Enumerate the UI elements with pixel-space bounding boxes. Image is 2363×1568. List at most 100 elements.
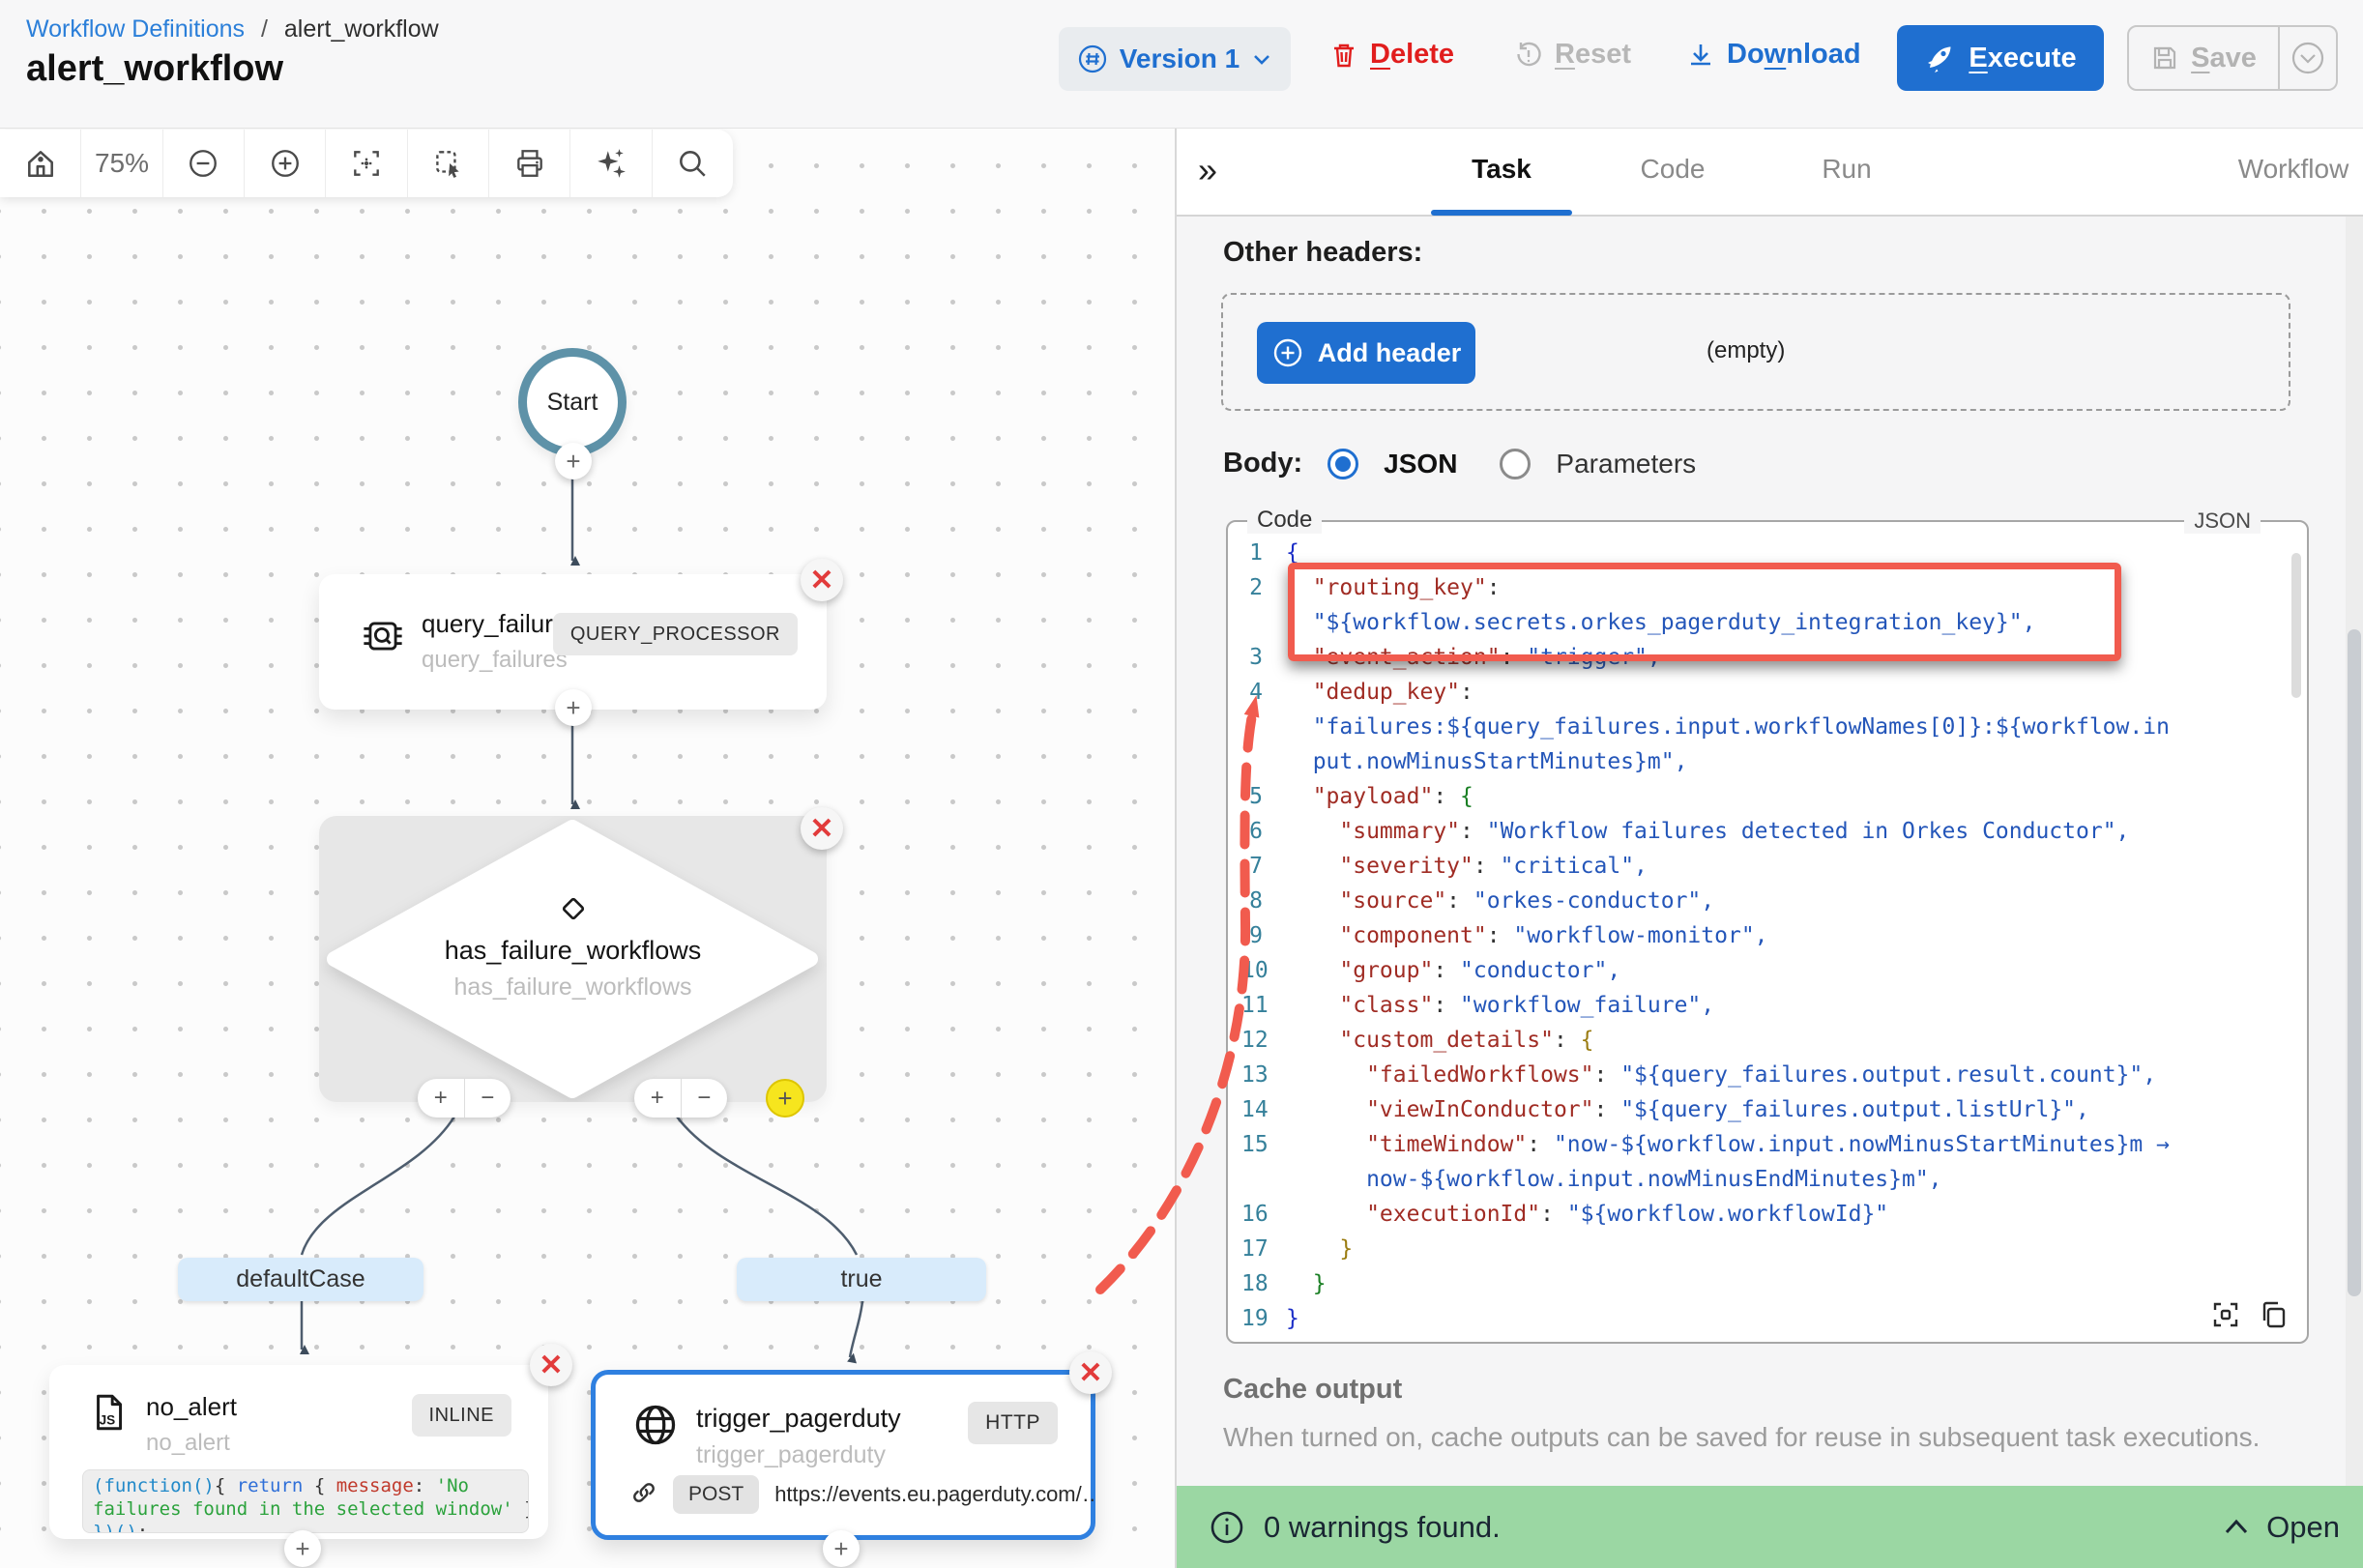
download-icon [1686,41,1715,70]
chevron-down-circle-icon [2289,39,2327,77]
branch-plus-button[interactable]: + [418,1079,465,1118]
switch-icon [558,893,589,929]
search-button[interactable] [653,130,733,197]
add-header-button[interactable]: Add header [1257,322,1475,384]
select-mode-button[interactable] [408,130,489,197]
zoom-in-button[interactable] [245,130,326,197]
reset-icon [1514,41,1543,70]
add-task-button[interactable]: + [555,689,592,726]
active-tab-underline [1431,210,1572,216]
task-config-panel: » Workflow Task Code Run Other headers: … [1175,129,2363,1568]
breadcrumb: Workflow Definitions / alert_workflow [26,15,439,44]
add-task-button[interactable]: + [284,1530,321,1567]
branch-plus-button[interactable]: + [634,1079,682,1118]
branch-add-remove-left: + − [418,1079,511,1118]
breadcrumb-parent-link[interactable]: Workflow Definitions [26,15,245,43]
radio-json[interactable] [1327,449,1358,479]
radio-parameters-label[interactable]: Parameters [1556,449,1696,479]
tab-workflow[interactable]: Workflow [2216,154,2363,185]
add-task-button[interactable]: + [823,1530,860,1567]
link-icon [630,1479,657,1511]
remove-task-button[interactable]: ✕ [801,559,843,601]
json-body-editor[interactable]: Code JSON 1{2 "routing_key": "${workflow… [1226,520,2309,1344]
page-title: alert_workflow [26,48,283,90]
warnings-message: 0 warnings found. [1264,1510,1501,1545]
headers-empty-area: Add header (empty) [1221,293,2290,411]
editor-scrollbar-thumb[interactable] [2291,553,2301,698]
chevron-down-icon [1251,48,1272,70]
tab-run[interactable]: Run [1774,154,1919,185]
tab-task[interactable]: Task [1431,154,1572,185]
info-icon [1208,1508,1246,1547]
save-icon [2150,44,2179,73]
panel-scrollbar-track[interactable] [2346,217,2363,1486]
version-hash-icon [1077,44,1108,74]
collapse-panel-icon[interactable]: » [1198,150,1217,190]
branch-minus-button[interactable]: − [465,1079,511,1118]
fit-view-button[interactable] [326,130,407,197]
node-subtitle: has_failure_workflows [319,973,827,1002]
ai-assist-button[interactable] [570,130,652,197]
zoom-out-button[interactable] [163,130,245,197]
trash-icon [1329,41,1358,70]
zoom-level-indicator[interactable]: 75% [81,130,162,197]
home-icon [24,147,57,180]
fullscreen-icon[interactable] [2210,1299,2241,1330]
reset-button[interactable]: Reset [1514,39,1631,71]
open-warnings-button[interactable]: Open [2222,1510,2340,1545]
panel-tabs: » Workflow Task Code Run [1177,129,2363,217]
add-case-button[interactable]: + [766,1079,804,1118]
code-rows[interactable]: 1{2 "routing_key": "${workflow.secrets.o… [1241,536,2284,1332]
cache-output-title: Cache output [1223,1374,1402,1406]
breadcrumb-current: alert_workflow [284,15,439,43]
delete-button[interactable]: Delete [1329,39,1454,71]
code-editor-legend: Code [1247,507,1322,534]
javascript-file-icon: JS [86,1390,131,1439]
add-task-button[interactable]: + [555,443,592,479]
edge-label-true: true [737,1258,986,1301]
download-button[interactable]: Download [1686,39,1861,71]
node-trigger-pagerduty[interactable]: trigger_pagerduty trigger_pagerduty HTTP… [591,1370,1095,1540]
version-label: Version 1 [1120,44,1240,74]
version-selector[interactable]: Version 1 [1059,27,1291,91]
headers-empty-label: (empty) [1707,337,1785,364]
other-headers-label: Other headers: [1223,237,1422,269]
save-options-button[interactable] [2280,39,2336,77]
save-split-button: Save [2127,25,2338,91]
app-header: Workflow Definitions / alert_workflow al… [0,0,2363,129]
query-processor-icon [360,613,406,664]
home-view-button[interactable] [0,130,81,197]
sparkles-icon [595,147,627,180]
fit-view-icon [350,147,383,180]
start-label: Start [547,389,598,417]
remove-task-button[interactable]: ✕ [1069,1351,1112,1394]
save-button[interactable]: Save [2129,27,2280,89]
copy-icon[interactable] [2259,1299,2290,1330]
workflow-canvas[interactable]: Start + query_failures query_failures QU… [0,130,1175,1568]
code-language-label: JSON [2184,508,2261,534]
edge-label-default-case: defaultCase [178,1258,423,1301]
remove-task-button[interactable]: ✕ [801,807,843,850]
execute-button[interactable]: Execute [1897,25,2104,91]
remove-task-button[interactable]: ✕ [530,1344,572,1386]
node-has-failure-workflows[interactable]: has_failure_workflows has_failure_workfl… [319,816,827,1102]
print-button[interactable] [489,130,570,197]
zoom-in-icon [269,147,302,180]
panel-scrollbar-thumb[interactable] [2348,629,2361,1296]
start-node[interactable]: Start [518,348,627,456]
cache-output-description: When turned on, cache outputs can be sav… [1223,1422,2260,1453]
node-subtitle: no_alert [146,1430,237,1457]
globe-icon [632,1402,679,1453]
radio-json-label[interactable]: JSON [1384,449,1457,479]
branch-minus-button[interactable]: − [682,1079,728,1118]
node-title: has_failure_workflows [319,936,827,966]
printer-icon [513,147,546,180]
tab-code[interactable]: Code [1600,154,1745,185]
task-type-badge: HTTP [968,1402,1058,1444]
warnings-bar[interactable]: 0 warnings found. Open [1177,1486,2363,1568]
canvas-toolbar: 75% [0,130,733,197]
radio-parameters[interactable] [1500,449,1531,479]
node-no-alert[interactable]: JS no_alert no_alert INLINE (function(){… [49,1365,548,1539]
node-title: no_alert [146,1392,237,1422]
select-area-icon [431,147,464,180]
